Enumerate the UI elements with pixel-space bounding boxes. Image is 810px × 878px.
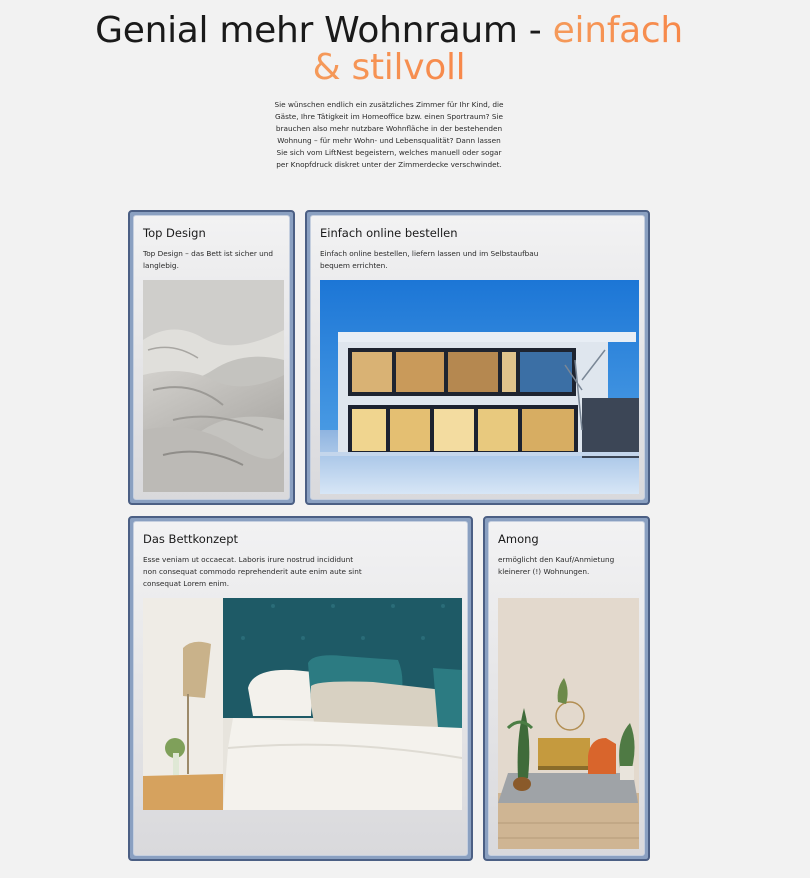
card-text: Esse veniam ut occaecat. Laboris irure n… bbox=[143, 555, 362, 588]
hero-title: Genial mehr Wohnraum - einfach & stilvoll bbox=[0, 12, 778, 86]
feature-card-bettkonzept: Das Bettkonzept Esse veniam ut occaecat.… bbox=[128, 516, 473, 861]
card-body: Top Design Top Design – das Bett ist sic… bbox=[133, 215, 290, 500]
hero-description: Sie wünschen endlich ein zusätzliches Zi… bbox=[274, 100, 504, 169]
card-body: Einfach online bestellen Einfach online … bbox=[310, 215, 645, 500]
card-title: Among bbox=[498, 532, 539, 546]
bed-sheets-image bbox=[143, 280, 284, 492]
feature-card-online-bestellen: Einfach online bestellen Einfach online … bbox=[305, 210, 650, 505]
feature-card-among: Among ermöglicht den Kauf/Anmietung klei… bbox=[483, 516, 650, 861]
card-body: Das Bettkonzept Esse veniam ut occaecat.… bbox=[133, 521, 468, 856]
card-text: ermöglicht den Kauf/Anmietung kleinerer … bbox=[498, 555, 615, 576]
card-title: Einfach online bestellen bbox=[320, 226, 458, 240]
card-title: Das Bettkonzept bbox=[143, 532, 239, 546]
hero-title-main: Genial mehr Wohnraum - bbox=[95, 10, 553, 51]
bedroom-image bbox=[143, 598, 462, 810]
card-text: Top Design – das Bett ist sicher und lan… bbox=[143, 249, 274, 270]
feature-card-top-design: Top Design Top Design – das Bett ist sic… bbox=[128, 210, 295, 505]
living-room-image bbox=[498, 598, 639, 849]
card-title: Top Design bbox=[143, 226, 206, 240]
card-body: Among ermöglicht den Kauf/Anmietung klei… bbox=[488, 521, 645, 856]
hero-title-accent-2: & stilvoll bbox=[312, 47, 466, 88]
modern-house-image bbox=[320, 280, 639, 494]
card-text: Einfach online bestellen, liefern lassen… bbox=[320, 249, 539, 270]
hero-title-accent: einfach bbox=[552, 10, 684, 51]
